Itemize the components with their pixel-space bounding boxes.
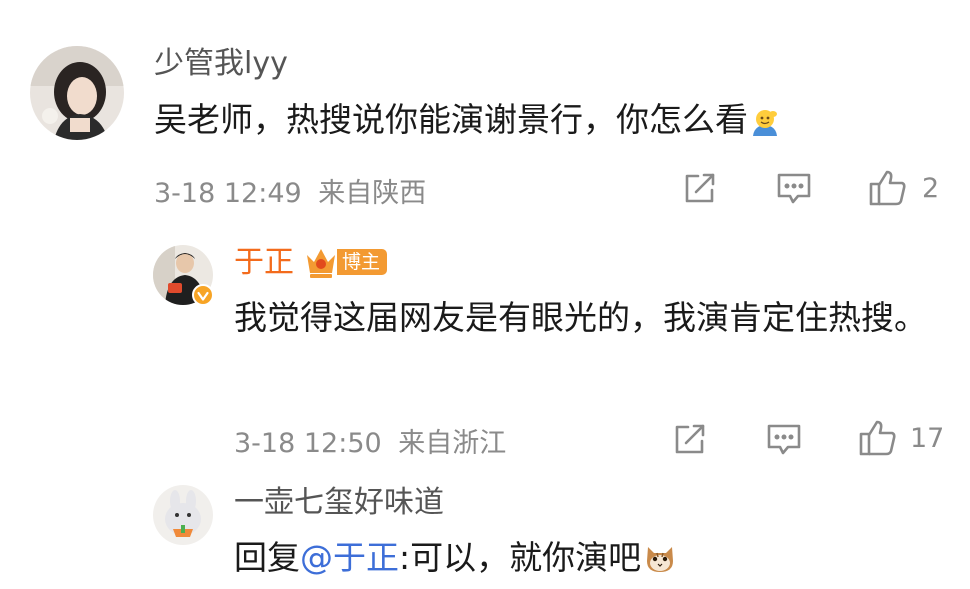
crown-icon: [307, 249, 335, 278]
comment-text-content: 吴老师，热搜说你能演谢景行，你怎么看: [154, 100, 748, 139]
comment-username[interactable]: 少管我lyy: [154, 46, 288, 82]
like-icon: [859, 420, 896, 456]
verified-icon: [192, 284, 214, 306]
like-icon: [869, 170, 906, 206]
comment-meta: 3-18 12:50 来自浙江: [234, 421, 506, 460]
comment-time: 3-18 12:50: [234, 428, 382, 459]
cat-emoji-icon: [643, 539, 677, 589]
comment-icon: [777, 173, 811, 204]
comment-icon: [767, 424, 801, 455]
comment-meta: 3-18 12:49 来自陕西: [154, 171, 426, 210]
like-button[interactable]: 17: [858, 418, 944, 458]
reply-prefix: 回复: [234, 538, 300, 577]
share-button[interactable]: [682, 170, 718, 206]
comment-location: 来自陕西: [318, 178, 427, 209]
comment-location: 来自浙江: [398, 428, 507, 459]
like-count: 17: [910, 422, 945, 454]
mention-link[interactable]: @于正: [300, 538, 399, 577]
comment-text-content: :可以，就你演吧: [399, 538, 642, 577]
like-button[interactable]: 2: [868, 168, 939, 208]
comment-time: 3-18 12:49: [154, 178, 302, 209]
comment-text: 我觉得这届网友是有眼光的，我演肯定住热搜。: [234, 298, 927, 337]
comment-text: 吴老师，热搜说你能演谢景行，你怎么看: [154, 95, 780, 151]
avatar[interactable]: [153, 485, 213, 545]
comment-username[interactable]: 于正: [234, 245, 294, 281]
blogger-badge: 博主: [305, 245, 388, 279]
comment-button[interactable]: [766, 421, 802, 457]
share-icon: [685, 173, 715, 203]
blogger-badge-label: 博主: [337, 249, 388, 275]
comment-button[interactable]: [776, 170, 812, 206]
like-count: 2: [922, 172, 940, 204]
salute-emoji-icon: [750, 101, 780, 151]
comment-username[interactable]: 一壶七玺好味道: [234, 485, 444, 521]
comment-text: 回复@于正:可以，就你演吧: [234, 533, 677, 589]
avatar[interactable]: [30, 46, 124, 140]
share-button[interactable]: [672, 421, 708, 457]
share-icon: [675, 424, 705, 454]
